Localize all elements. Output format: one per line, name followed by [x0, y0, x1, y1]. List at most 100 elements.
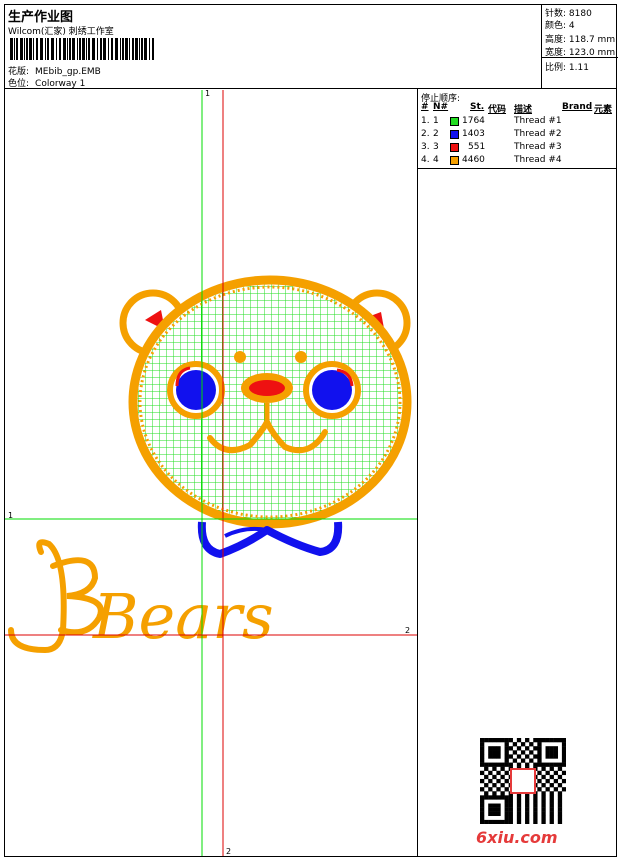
qr-module [496, 807, 501, 812]
qr-module [508, 815, 513, 821]
qr-module [533, 803, 538, 808]
qr-module [488, 738, 493, 743]
qr-module [537, 770, 542, 776]
barcode-bar [67, 38, 68, 60]
qr-module [545, 746, 550, 751]
qr-module [488, 762, 493, 767]
stat-colors: 颜色: 4 [545, 21, 575, 31]
qr-module [504, 811, 509, 817]
barcode-bar [120, 38, 121, 60]
qr-module [557, 807, 563, 812]
qr-module [480, 795, 485, 800]
thread-swatch [450, 117, 459, 126]
barcode-bar [139, 38, 140, 60]
qr-module [520, 758, 526, 763]
barcode-bar [115, 38, 118, 60]
qr-module [504, 742, 509, 747]
stat-height: 高度: 118.7 mm [545, 35, 616, 45]
stats-panel: 针数: 8180 颜色: 4 高度: 118.7 mm 宽度: 123.0 mm… [541, 4, 618, 89]
qr-module [516, 746, 522, 751]
qr-module [541, 738, 546, 743]
sheet-header: 生产作业图 Wilcom(汇家) 刺绣工作室 花版: MEbib_gp.EMB 色… [4, 4, 618, 89]
barcode-bar [56, 38, 57, 60]
qr-module [541, 791, 546, 796]
barcode-bar [125, 38, 128, 60]
qr-module [541, 783, 546, 788]
qr-module [488, 811, 493, 817]
qr-module [533, 762, 538, 767]
qr-module [488, 803, 493, 808]
barcode-bar [26, 38, 28, 60]
qr-module [529, 758, 534, 763]
qr-module [484, 795, 489, 800]
qr-code [480, 738, 566, 824]
qr-module [541, 807, 546, 812]
qr-module [525, 803, 530, 808]
barcode [10, 38, 154, 60]
colorway-label: 色位: [8, 79, 30, 89]
qr-module [561, 754, 566, 759]
qr-module [525, 815, 530, 821]
qr-module [516, 819, 522, 824]
qr-module [537, 754, 542, 759]
qr-module [537, 742, 542, 747]
qr-logo-badge [510, 768, 536, 794]
qr-module [500, 791, 505, 796]
barcode-bar [92, 38, 95, 60]
qr-module [549, 811, 554, 817]
qr-module [496, 738, 501, 743]
qr-module [484, 791, 489, 796]
barcode-bar [122, 38, 124, 60]
barcode-bar [86, 38, 87, 60]
qr-module [516, 807, 522, 812]
qr-module [484, 738, 489, 743]
qr-module [533, 746, 538, 751]
qr-module [557, 762, 563, 767]
qr-module [520, 750, 526, 755]
qr-module [508, 746, 513, 751]
qr-module [545, 750, 550, 755]
qr-module [549, 799, 554, 804]
barcode-bar [51, 38, 54, 60]
barcode-bar [72, 38, 75, 60]
qr-module [549, 754, 554, 759]
qr-module [488, 750, 493, 755]
qr-module [508, 803, 513, 808]
qr-module [549, 750, 554, 755]
col-header-desc: 描述 [514, 105, 533, 115]
col-header-code: 代码 [488, 105, 507, 115]
barcode-bar [69, 38, 71, 60]
qr-module [488, 807, 493, 812]
barcode-bar [149, 38, 150, 60]
qr-module [500, 819, 505, 824]
qr-module [504, 754, 509, 759]
qr-module [549, 791, 554, 796]
qr-module [525, 799, 530, 804]
right-eye [303, 361, 361, 419]
qr-module [516, 754, 522, 759]
qr-module [492, 819, 497, 824]
qr-module [561, 750, 566, 755]
colorway-row: 色位: Colorway 1 [8, 76, 85, 89]
qr-module [496, 750, 501, 755]
qr-module [533, 811, 538, 817]
qr-module [508, 762, 513, 767]
qr-module [492, 766, 497, 771]
qr-module [504, 738, 509, 743]
barcode-bar [40, 38, 43, 60]
qr-module [553, 738, 559, 743]
qr-module [533, 795, 538, 800]
qr-module [525, 762, 530, 767]
barcode-bar [103, 38, 106, 60]
qr-module [553, 754, 559, 759]
barcode-bar [77, 38, 78, 60]
qr-module [549, 807, 554, 812]
qr-module [533, 807, 538, 812]
qr-module [504, 750, 509, 755]
qr-module [480, 742, 485, 747]
qr-module [553, 750, 559, 755]
barcode-bar [16, 38, 18, 60]
qr-module [525, 738, 530, 743]
qr-module [537, 738, 542, 743]
qr-module [500, 795, 505, 800]
